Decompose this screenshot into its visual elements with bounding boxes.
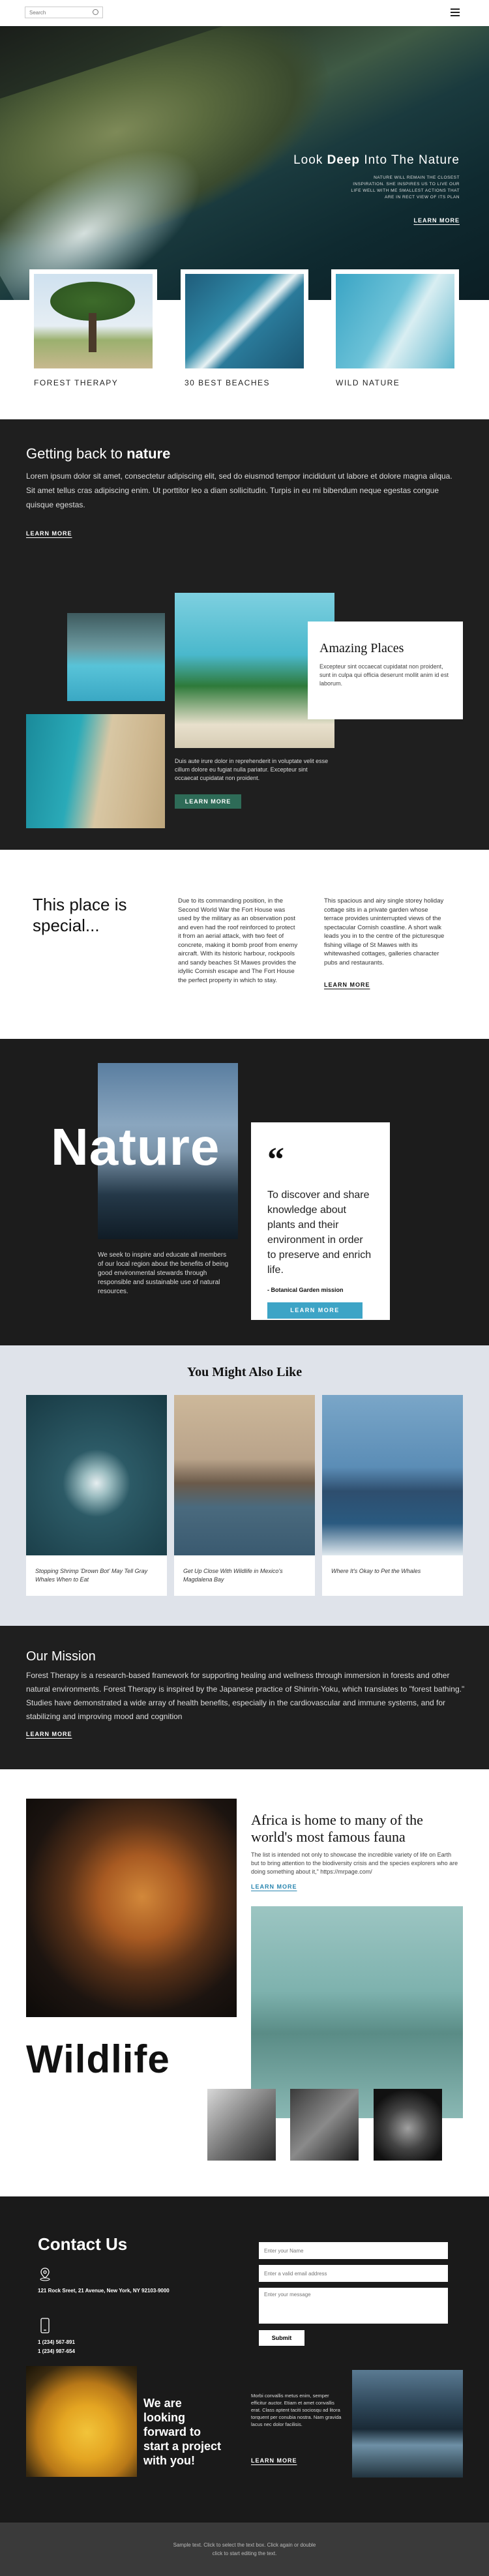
contact-address: 121 Rock Sreet, 21 Avenue, New York, NY … bbox=[38, 2288, 170, 2294]
article-card[interactable]: Get Up Close With Wildlife in Mexico's M… bbox=[174, 1395, 315, 1596]
intro-section: Getting back to nature Lorem ipsum dolor… bbox=[0, 419, 489, 550]
contact-title: Contact Us bbox=[38, 2234, 128, 2254]
footer-text-line-1: Sample text. Click to select the text bo… bbox=[173, 2542, 316, 2548]
might-also-like-title: You Might Also Like bbox=[186, 1365, 303, 1379]
amazing-places-title: Amazing Places bbox=[319, 641, 404, 655]
hero-learn-more-link[interactable]: LEARN MORE bbox=[414, 217, 460, 224]
hero-text: NATURE WILL REMAIN THE CLOSEST INSPIRATI… bbox=[351, 175, 460, 200]
quote-box: “ To discover and share knowledge about … bbox=[251, 1122, 390, 1320]
card-label-forest-therapy: FOREST THERAPY bbox=[34, 378, 119, 387]
whale-feeding-image bbox=[174, 1395, 315, 1555]
special-column-2: This spacious and airy single storey hol… bbox=[324, 897, 445, 966]
quote-source: - Botanical Garden mission bbox=[267, 1287, 344, 1293]
quote-icon: “ bbox=[267, 1141, 284, 1178]
footer: Sample text. Click to select the text bo… bbox=[0, 2523, 489, 2576]
contact-phone-1: 1 (234) 567-891 bbox=[38, 2339, 75, 2345]
mission-title: Our Mission bbox=[26, 1649, 96, 1664]
quote-text: To discover and share knowledge about pl… bbox=[267, 1190, 372, 1276]
intro-text: Lorem ipsum dolor sit amet, consectetur … bbox=[26, 472, 452, 509]
hippos-image bbox=[251, 1906, 463, 2118]
wildlife-title: Wildlife bbox=[26, 2037, 170, 2081]
nature-title: Nature bbox=[51, 1118, 220, 1176]
might-also-like-section: You Might Also Like Stopping Shrimp 'Dro… bbox=[0, 1345, 489, 1626]
article-caption: Get Up Close With Wildlife in Mexico's M… bbox=[183, 1568, 283, 1583]
contact-learn-more-link[interactable]: LEARN MORE bbox=[251, 2457, 297, 2464]
nature-text: We seek to inspire and educate all membe… bbox=[98, 1251, 229, 1295]
special-column-1: Due to its commanding position, in the S… bbox=[178, 897, 298, 984]
contact-phones: 1 (234) 567-891 1 (234) 987-654 bbox=[38, 2338, 75, 2356]
amazing-places-text: Excepteur sint occaecat cupidatat non pr… bbox=[319, 663, 449, 687]
article-caption: Where It's Okay to Pet the Whales bbox=[331, 1568, 421, 1574]
search-icon[interactable] bbox=[93, 9, 98, 15]
whale-aerial-image bbox=[26, 1395, 167, 1555]
intro-learn-more-link[interactable]: LEARN MORE bbox=[26, 530, 72, 537]
contact-start-text: We are looking forward to start a project wi… bbox=[143, 2397, 222, 2467]
hero-title: Look Deep Into The Nature bbox=[293, 153, 460, 167]
phone-icon bbox=[40, 2318, 50, 2333]
intro-title: Getting back to nature bbox=[26, 445, 171, 462]
footer-text-line-2: click to start editing the text. bbox=[212, 2551, 277, 2556]
giraffe-image bbox=[207, 2089, 276, 2161]
special-title: This place is special... bbox=[33, 895, 127, 935]
elephant-image bbox=[290, 2089, 359, 2161]
article-caption: Stopping Shrimp 'Drown Bot' May Tell Gra… bbox=[35, 1568, 148, 1583]
article-card[interactable]: Stopping Shrimp 'Drown Bot' May Tell Gra… bbox=[26, 1395, 167, 1596]
wildlife-heading: Africa is home to many of the world's mo… bbox=[251, 1812, 423, 1845]
pool-woman-image bbox=[67, 613, 165, 701]
card-forest-therapy[interactable] bbox=[29, 269, 157, 374]
special-section: This place is special... Due to its comma… bbox=[0, 850, 489, 1039]
forest-tree-image bbox=[34, 274, 153, 368]
contact-phone-2: 1 (234) 987-654 bbox=[38, 2348, 75, 2354]
card-wild-nature[interactable] bbox=[331, 269, 459, 374]
whale-breach-image bbox=[322, 1395, 463, 1555]
contact-section: Contact Us 121 Rock Sreet, 21 Avenue, Ne… bbox=[0, 2196, 489, 2523]
amazing-places-box: Amazing Places Excepteur sint occaecat c… bbox=[308, 622, 463, 719]
beach-waves-image bbox=[185, 274, 304, 368]
tiger-image bbox=[26, 1799, 237, 2017]
lion-image bbox=[374, 2089, 442, 2161]
wildlife-learn-more-link[interactable]: LEARN MORE bbox=[251, 1883, 297, 1890]
hero-section: Look Deep Into The Nature NATURE WILL RE… bbox=[0, 26, 489, 300]
submit-button[interactable]: Submit bbox=[259, 2330, 304, 2346]
message-field[interactable] bbox=[259, 2288, 448, 2324]
card-best-beaches[interactable] bbox=[181, 269, 308, 374]
mission-section: Our Mission Forest Therapy is a research… bbox=[0, 1626, 489, 1769]
search-input[interactable] bbox=[25, 7, 103, 18]
email-field[interactable] bbox=[259, 2265, 448, 2282]
contact-paragraph: Morbi convallis metus enim, semper effic… bbox=[251, 2393, 342, 2427]
hamburger-menu-icon[interactable] bbox=[451, 8, 460, 16]
wildlife-section: Africa is home to many of the world's mo… bbox=[0, 1769, 489, 2196]
card-label-wild-nature: WILD NATURE bbox=[336, 378, 400, 387]
card-label-best-beaches: 30 BEST BEACHES bbox=[185, 378, 270, 387]
nature-learn-more-button[interactable]: LEARN MORE bbox=[267, 1302, 363, 1319]
mission-text: Forest Therapy is a research-based frame… bbox=[26, 1671, 465, 1721]
article-card[interactable]: Where It's Okay to Pet the Whales bbox=[322, 1395, 463, 1596]
mission-learn-more-link[interactable]: LEARN MORE bbox=[26, 1731, 72, 1737]
aerial-beach-image bbox=[26, 714, 165, 828]
amazing-places-section: Amazing Places Excepteur sint occaecat c… bbox=[0, 550, 489, 850]
special-learn-more-link[interactable]: LEARN MORE bbox=[324, 981, 370, 988]
wildlife-text: The list is intended not only to showcas… bbox=[251, 1851, 458, 1875]
name-field[interactable] bbox=[259, 2242, 448, 2259]
nature-section: Nature We seek to inspire and educate al… bbox=[0, 1039, 489, 1345]
amazing-places-caption: Duis aute irure dolor in reprehenderit i… bbox=[175, 758, 329, 781]
iceberg-boat-image bbox=[336, 274, 454, 368]
amazing-learn-more-button[interactable]: LEARN MORE bbox=[175, 794, 241, 809]
site-header bbox=[0, 0, 489, 26]
location-pin-icon bbox=[40, 2268, 50, 2281]
mountain-lake-image bbox=[352, 2370, 463, 2478]
photographer-silhouette-image bbox=[26, 2366, 137, 2477]
